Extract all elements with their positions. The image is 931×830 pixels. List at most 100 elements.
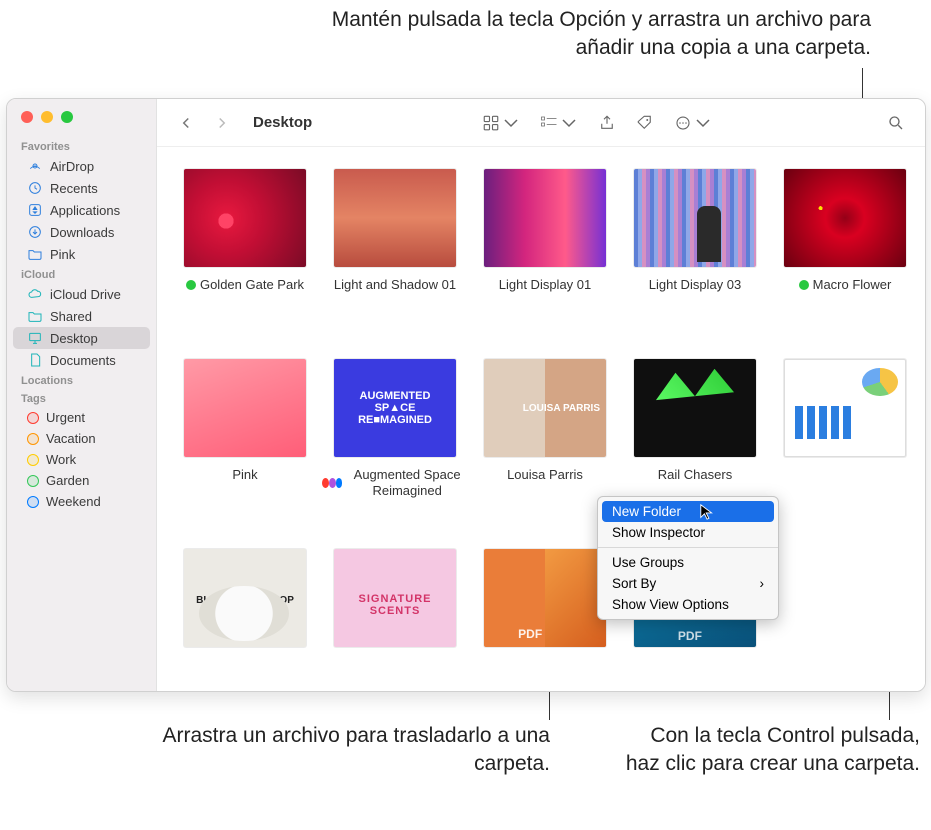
sidebar-section-header: Favorites — [7, 137, 156, 155]
sidebar-item-applications[interactable]: Applications — [13, 199, 150, 221]
menu-separator — [598, 547, 778, 548]
file-thumbnail — [784, 359, 906, 457]
nav-forward-button[interactable] — [207, 110, 237, 136]
tag-dot-icon — [799, 280, 809, 290]
context-menu-new-folder[interactable]: New Folder — [602, 501, 774, 522]
sidebar-item-vacation[interactable]: Vacation — [13, 428, 150, 449]
search-button[interactable] — [881, 110, 911, 136]
file-thumbnail — [334, 169, 456, 267]
tag-dot-icon — [27, 496, 39, 508]
file-label: Light Display 01 — [499, 277, 592, 293]
sidebar-item-label: Garden — [46, 473, 89, 488]
window-controls[interactable] — [7, 109, 156, 137]
context-menu-use-groups[interactable]: Use Groups — [598, 552, 778, 573]
sidebar-item-label: Shared — [50, 309, 92, 324]
file-item[interactable]: BLAND WORKSHOP — [171, 537, 319, 691]
sidebar-item-label: Pink — [50, 247, 75, 262]
apps-icon — [27, 202, 43, 218]
sidebar-item-label: Recents — [50, 181, 98, 196]
sidebar-item-pink[interactable]: Pink — [13, 243, 150, 265]
finder-window: Favorites AirDrop Recents ApplicationsDownl… — [6, 98, 926, 692]
sidebar: Favorites AirDrop Recents ApplicationsDownl… — [7, 99, 157, 691]
sidebar-item-recents[interactable]: Recents — [13, 177, 150, 199]
file-label: Macro Flower — [813, 277, 892, 293]
nav-back-button[interactable] — [171, 110, 201, 136]
file-thumbnail: AUGMENTED SP▲CE RE■MAGINED — [334, 359, 456, 457]
group-button[interactable] — [534, 110, 584, 136]
file-thumbnail — [634, 169, 756, 267]
callout-top: Mantén pulsada la tecla Opción y arrastr… — [311, 6, 871, 63]
file-item[interactable]: SIGNATURE SCENTS — [321, 537, 469, 691]
tag-dot-icon — [27, 475, 39, 487]
tags-button[interactable] — [630, 110, 660, 136]
sidebar-item-label: Work — [46, 452, 76, 467]
file-label: Rail Chasers — [658, 467, 732, 483]
file-item[interactable]: Light and Shadow 01 — [321, 157, 469, 347]
file-label: Louisa Parris — [507, 467, 583, 483]
file-item[interactable]: Light Display 03 — [621, 157, 769, 347]
minimize-icon[interactable] — [41, 111, 53, 123]
menu-item-label: Show View Options — [612, 597, 729, 612]
menu-item-label: New Folder — [612, 504, 681, 519]
sidebar-item-desktop[interactable]: Desktop — [13, 327, 150, 349]
zoom-icon[interactable] — [61, 111, 73, 123]
tag-dot-icon — [322, 478, 329, 488]
file-thumbnail: SIGNATURE SCENTS — [334, 549, 456, 647]
context-menu-show-inspector[interactable]: Show Inspector — [598, 522, 778, 543]
sidebar-item-work[interactable]: Work — [13, 449, 150, 470]
tag-dot-icon — [329, 478, 336, 488]
file-label: Golden Gate Park — [200, 277, 304, 293]
callout-bottom-right: Con la tecla Control pulsada, haz clic p… — [620, 722, 920, 779]
tag-dot-icon — [186, 280, 196, 290]
sidebar-item-shared[interactable]: Shared — [13, 305, 150, 327]
icon-grid[interactable]: Golden Gate Park Light and Shadow 01 Lig… — [157, 147, 925, 691]
sidebar-item-label: Weekend — [46, 494, 101, 509]
file-thumbnail — [184, 359, 306, 457]
cursor-icon — [699, 503, 717, 526]
sidebar-item-label: iCloud Drive — [50, 287, 121, 302]
sidebar-item-downloads[interactable]: Downloads — [13, 221, 150, 243]
sidebar-item-label: Documents — [50, 353, 116, 368]
context-menu-sort-by[interactable]: Sort By › — [598, 573, 778, 594]
file-item[interactable]: Macro Flower — [771, 157, 919, 347]
clock-icon — [27, 180, 43, 196]
file-item[interactable]: AUGMENTED SP▲CE RE■MAGINED Augmented Spa… — [321, 347, 469, 537]
file-item[interactable]: Golden Gate Park — [171, 157, 319, 347]
file-thumbnail — [784, 169, 906, 267]
sidebar-item-documents[interactable]: Documents — [13, 349, 150, 371]
menu-item-label: Sort By — [612, 576, 656, 591]
sidebar-section-header: Locations — [7, 371, 156, 389]
tag-dot-icon — [27, 412, 39, 424]
sidebar-section-header: Tags — [7, 389, 156, 407]
sidebar-section-header: iCloud — [7, 265, 156, 283]
sidebar-item-label: AirDrop — [50, 159, 94, 174]
file-item[interactable] — [771, 347, 919, 537]
share-button[interactable] — [592, 110, 622, 136]
context-menu: New Folder Show Inspector Use Groups Sor… — [597, 496, 779, 620]
shared-icon — [27, 308, 43, 324]
window-title: Desktop — [253, 114, 312, 131]
file-item[interactable]: Light Display 01 — [471, 157, 619, 347]
sidebar-item-icloud-drive[interactable]: iCloud Drive — [13, 283, 150, 305]
sidebar-item-weekend[interactable]: Weekend — [13, 491, 150, 512]
sidebar-item-label: Vacation — [46, 431, 96, 446]
sidebar-item-urgent[interactable]: Urgent — [13, 407, 150, 428]
file-thumbnail: LOUISA PARRIS — [484, 359, 606, 457]
file-thumbnail: PDF — [484, 549, 606, 647]
tag-dot-icon — [27, 454, 39, 466]
download-icon — [27, 224, 43, 240]
view-icons-button[interactable] — [476, 110, 526, 136]
action-button[interactable] — [668, 110, 718, 136]
cloud-icon — [27, 286, 43, 302]
file-thumbnail — [484, 169, 606, 267]
context-menu-view-options[interactable]: Show View Options — [598, 594, 778, 615]
sidebar-item-airdrop[interactable]: AirDrop — [13, 155, 150, 177]
close-icon[interactable] — [21, 111, 33, 123]
doc-icon — [27, 352, 43, 368]
menu-item-label: Use Groups — [612, 555, 684, 570]
file-item[interactable]: Pink — [171, 347, 319, 537]
menu-item-label: Show Inspector — [612, 525, 705, 540]
sidebar-item-garden[interactable]: Garden — [13, 470, 150, 491]
desktop-icon — [27, 330, 43, 346]
tag-dot-icon — [27, 433, 39, 445]
